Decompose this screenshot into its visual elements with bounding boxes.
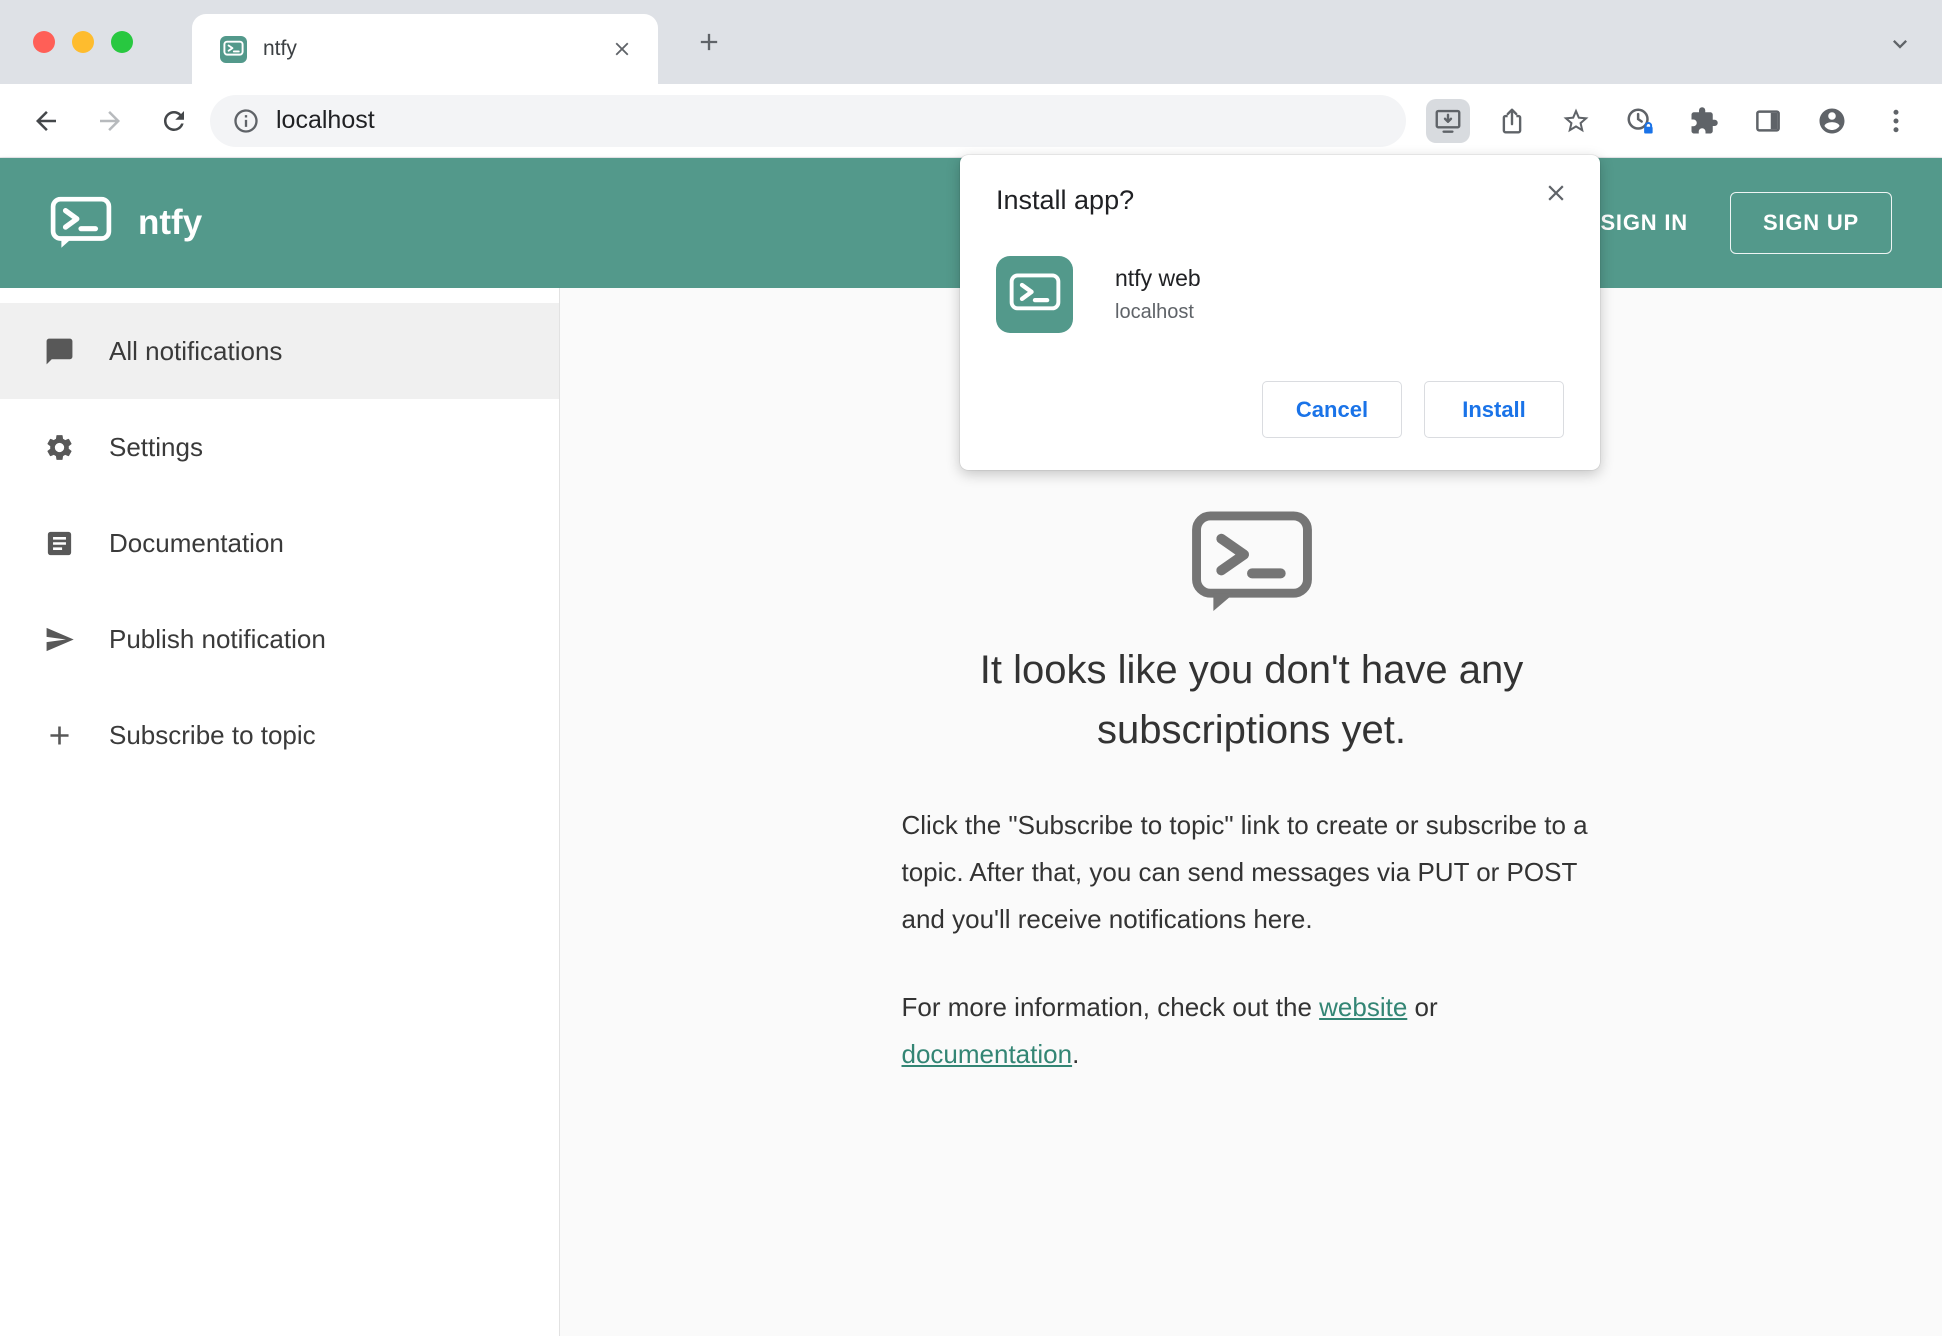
documentation-icon	[44, 528, 75, 559]
menu-kebab-icon[interactable]	[1874, 99, 1918, 143]
documentation-link[interactable]: documentation	[902, 1039, 1073, 1069]
side-panel-icon[interactable]	[1746, 99, 1790, 143]
install-dialog-actions: Cancel Install	[996, 381, 1564, 438]
back-button[interactable]	[24, 99, 68, 143]
sign-up-button[interactable]: SIGN UP	[1730, 192, 1892, 254]
sidebar-item-settings[interactable]: Settings	[0, 399, 559, 495]
sidebar-item-label: All notifications	[109, 336, 282, 367]
install-app-button[interactable]	[1426, 99, 1470, 143]
header-actions: SIGN IN SIGN UP	[1586, 192, 1892, 254]
website-link[interactable]: website	[1319, 992, 1407, 1022]
browser-window: ntfy localhost	[0, 0, 1942, 1336]
tab-list-chevron-icon[interactable]	[1886, 30, 1916, 60]
ntfy-app-icon	[996, 256, 1073, 333]
sidebar-item-documentation[interactable]: Documentation	[0, 495, 559, 591]
profile-icon[interactable]	[1810, 99, 1854, 143]
empty-state-more-info: For more information, check out the webs…	[902, 984, 1602, 1078]
sidebar: All notifications Settings Documentation…	[0, 288, 560, 1336]
install-app-dialog: Install app? ntfy web localhost Cancel I…	[960, 155, 1600, 470]
install-dialog-app-meta: ntfy web localhost	[1115, 265, 1201, 324]
subscribe-plus-icon	[44, 720, 75, 751]
browser-tab-ntfy[interactable]: ntfy	[192, 14, 658, 84]
reload-button[interactable]	[152, 99, 196, 143]
site-info-icon[interactable]	[232, 107, 260, 135]
publish-send-icon	[44, 624, 75, 655]
close-window-button[interactable]	[33, 31, 55, 53]
tab-title: ntfy	[263, 37, 608, 61]
more-info-text: For more information, check out the	[902, 992, 1320, 1022]
install-button[interactable]: Install	[1424, 381, 1564, 438]
new-tab-button[interactable]	[692, 25, 726, 59]
sign-in-button[interactable]: SIGN IN	[1586, 196, 1702, 250]
zoom-window-button[interactable]	[111, 31, 133, 53]
ntfy-favicon-icon	[220, 36, 247, 63]
dialog-close-icon[interactable]	[1540, 177, 1572, 209]
tab-close-icon[interactable]	[608, 35, 636, 63]
empty-state-title: It looks like you don't have any subscri…	[902, 640, 1602, 760]
address-bar[interactable]: localhost	[210, 95, 1406, 147]
more-info-text: or	[1407, 992, 1437, 1022]
sidebar-item-subscribe-to-topic[interactable]: Subscribe to topic	[0, 687, 559, 783]
url-text: localhost	[276, 106, 375, 135]
app-title: ntfy	[138, 203, 202, 243]
more-info-text: .	[1072, 1039, 1079, 1069]
ntfy-logo-icon	[50, 196, 112, 250]
nav-buttons	[24, 99, 196, 143]
extensions-puzzle-icon[interactable]	[1682, 99, 1726, 143]
sidebar-item-label: Settings	[109, 432, 203, 463]
toolbar-actions	[1426, 99, 1918, 143]
sidebar-item-label: Publish notification	[109, 624, 326, 655]
settings-gear-icon	[44, 432, 75, 463]
chat-bubble-icon	[44, 336, 75, 367]
install-dialog-app-name: ntfy web	[1115, 265, 1201, 292]
window-controls	[33, 31, 133, 53]
cancel-button[interactable]: Cancel	[1262, 381, 1402, 438]
tab-strip: ntfy	[0, 0, 1942, 84]
install-dialog-app-row: ntfy web localhost	[996, 256, 1564, 333]
install-dialog-title: Install app?	[996, 185, 1564, 216]
ntfy-empty-state-icon	[1190, 510, 1314, 613]
bookmark-star-icon[interactable]	[1554, 99, 1598, 143]
share-button[interactable]	[1490, 99, 1534, 143]
sidebar-item-publish-notification[interactable]: Publish notification	[0, 591, 559, 687]
browser-toolbar: localhost	[0, 84, 1942, 158]
sidebar-item-all-notifications[interactable]: All notifications	[0, 303, 559, 399]
sidebar-item-label: Documentation	[109, 528, 284, 559]
install-dialog-app-origin: localhost	[1115, 301, 1201, 324]
extension-clock-lock-icon[interactable]	[1618, 99, 1662, 143]
empty-state-body: Click the "Subscribe to topic" link to c…	[902, 802, 1602, 942]
forward-button[interactable]	[88, 99, 132, 143]
sidebar-item-label: Subscribe to topic	[109, 720, 316, 751]
minimize-window-button[interactable]	[72, 31, 94, 53]
